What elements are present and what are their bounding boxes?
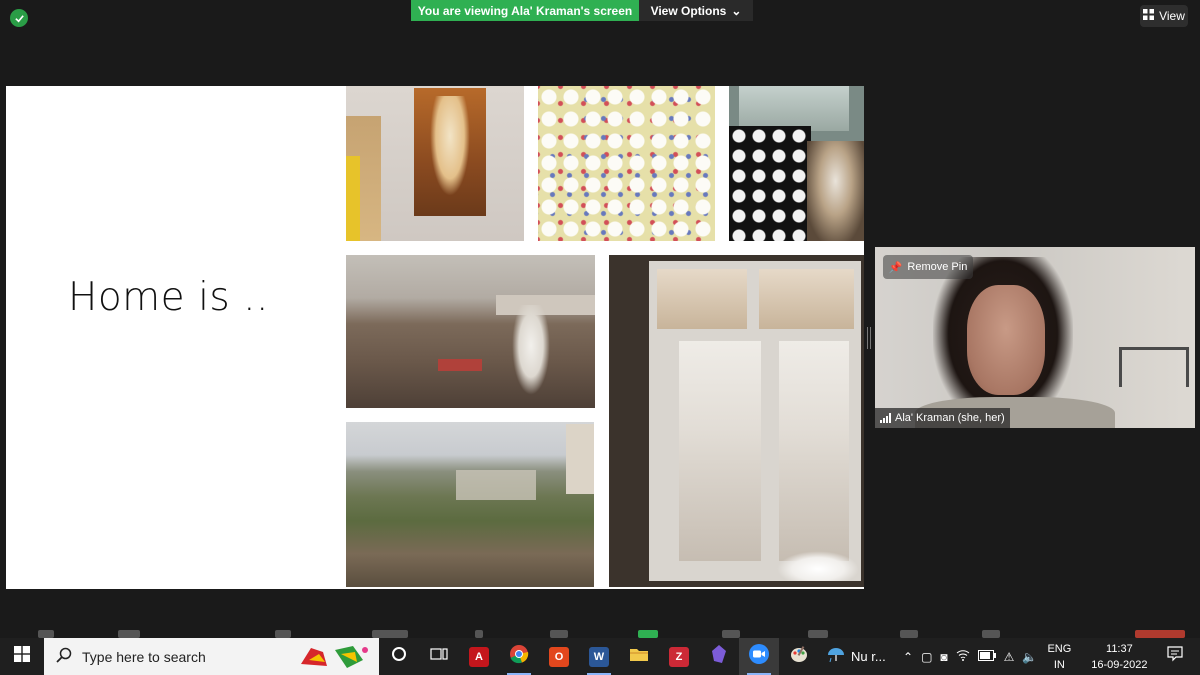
clock-time: 11:37 [1106,642,1133,655]
chrome-icon [509,644,529,669]
chevron-down-icon: ⌄ [731,3,742,18]
notification-icon [1167,646,1183,667]
photo-window-cat [609,255,864,587]
windows-logo-icon [14,646,30,667]
grid-icon [1143,9,1155,23]
umbrella-rain-icon [827,646,845,667]
taskbar-app-chrome[interactable] [499,638,539,675]
meeting-toolbar-hidden [0,628,1200,638]
taskbar-app-office[interactable]: O [539,638,579,675]
photo-cat-on-blanket [729,86,864,241]
task-view-button[interactable] [419,638,459,675]
taskbar-app-zotero[interactable]: Z [659,638,699,675]
cortana-button[interactable] [379,638,419,675]
zoom-camera-icon [748,643,770,670]
camera-icon[interactable]: ◙ [940,650,947,664]
task-view-icon [430,646,448,667]
photo-seagull-rooftops [346,255,595,408]
chevron-up-icon[interactable]: ⌃ [903,650,913,664]
shared-slide: Home is .. [6,86,864,589]
viewing-screen-text: You are viewing Ala' Kraman's screen [417,3,633,18]
adobe-acrobat-icon: A [469,646,489,667]
viewing-screen-banner: You are viewing Ala' Kraman's screen [411,0,639,21]
zotero-icon: Z [669,646,689,667]
participant-name-tag: Ala' Kraman (she, her) [875,408,1010,428]
weather-widget[interactable]: Nu r... [819,646,899,667]
photo-wall-drawings [538,86,715,241]
slide-title: Home is .. [68,275,269,320]
meet-now-icon[interactable]: ▢ [921,650,932,664]
search-icon [56,647,72,666]
paint-palette-icon [789,644,809,669]
taskbar-clock[interactable]: 11:37 16-09-2022 [1081,641,1157,673]
language-line1: ENG [1047,642,1072,655]
photo-koi-painting [346,86,524,241]
remove-pin-label: Remove Pin [907,261,968,273]
battery-icon[interactable] [977,649,996,664]
notification-center-button[interactable] [1157,638,1193,675]
cortana-circle-icon [391,646,407,667]
language-indicator[interactable]: ENG IN [1041,641,1077,673]
taskbar-app-word[interactable]: W [579,638,619,675]
windows-taskbar: Type here to search A O W Z Nu r... ⌃ ▢ … [0,638,1200,675]
connection-signal-icon [880,413,891,423]
taskbar-app-acrobat[interactable]: A [459,638,499,675]
folder-icon [629,646,649,667]
clock-date: 16-09-2022 [1091,658,1148,671]
word-icon: W [589,646,609,667]
zoom-window: You are viewing Ala' Kraman's screen Vie… [0,0,1200,675]
pin-icon: 📌 [888,261,903,274]
office-icon: O [549,646,569,667]
volume-icon[interactable]: 🔈 [1022,650,1037,664]
participant-video-tile[interactable]: 📌 Remove Pin Ala' Kraman (she, her) [875,247,1195,428]
language-line2: IN [1053,658,1065,671]
view-button[interactable]: View [1140,5,1188,27]
search-highlight-illustration [297,642,369,672]
panel-resize-handle[interactable] [867,327,871,349]
network-warning-icon[interactable]: ⚠ [1004,650,1015,664]
taskbar-app-file-explorer[interactable] [619,638,659,675]
taskbar-app-paint[interactable] [779,638,819,675]
weather-text: Nu r... [851,649,886,664]
remove-pin-button[interactable]: 📌 Remove Pin [883,255,973,279]
participant-name: Ala' Kraman (she, her) [895,412,1005,424]
view-label: View [1159,9,1185,23]
taskbar-app-zoom[interactable] [739,638,779,675]
taskbar-app-obsidian[interactable] [699,638,739,675]
search-placeholder: Type here to search [82,648,206,665]
security-shield-icon[interactable] [10,9,28,27]
start-button[interactable] [0,638,44,675]
view-options-label: View Options [650,3,727,18]
photo-hillside-town [346,422,594,587]
taskbar-search-box[interactable]: Type here to search [44,638,379,675]
wifi-icon[interactable] [956,649,970,664]
view-options-button[interactable]: View Options ⌄ [639,0,753,21]
obsidian-icon [711,644,727,669]
system-tray: ⌃ ▢ ◙ ⚠ 🔈 [903,649,1037,664]
